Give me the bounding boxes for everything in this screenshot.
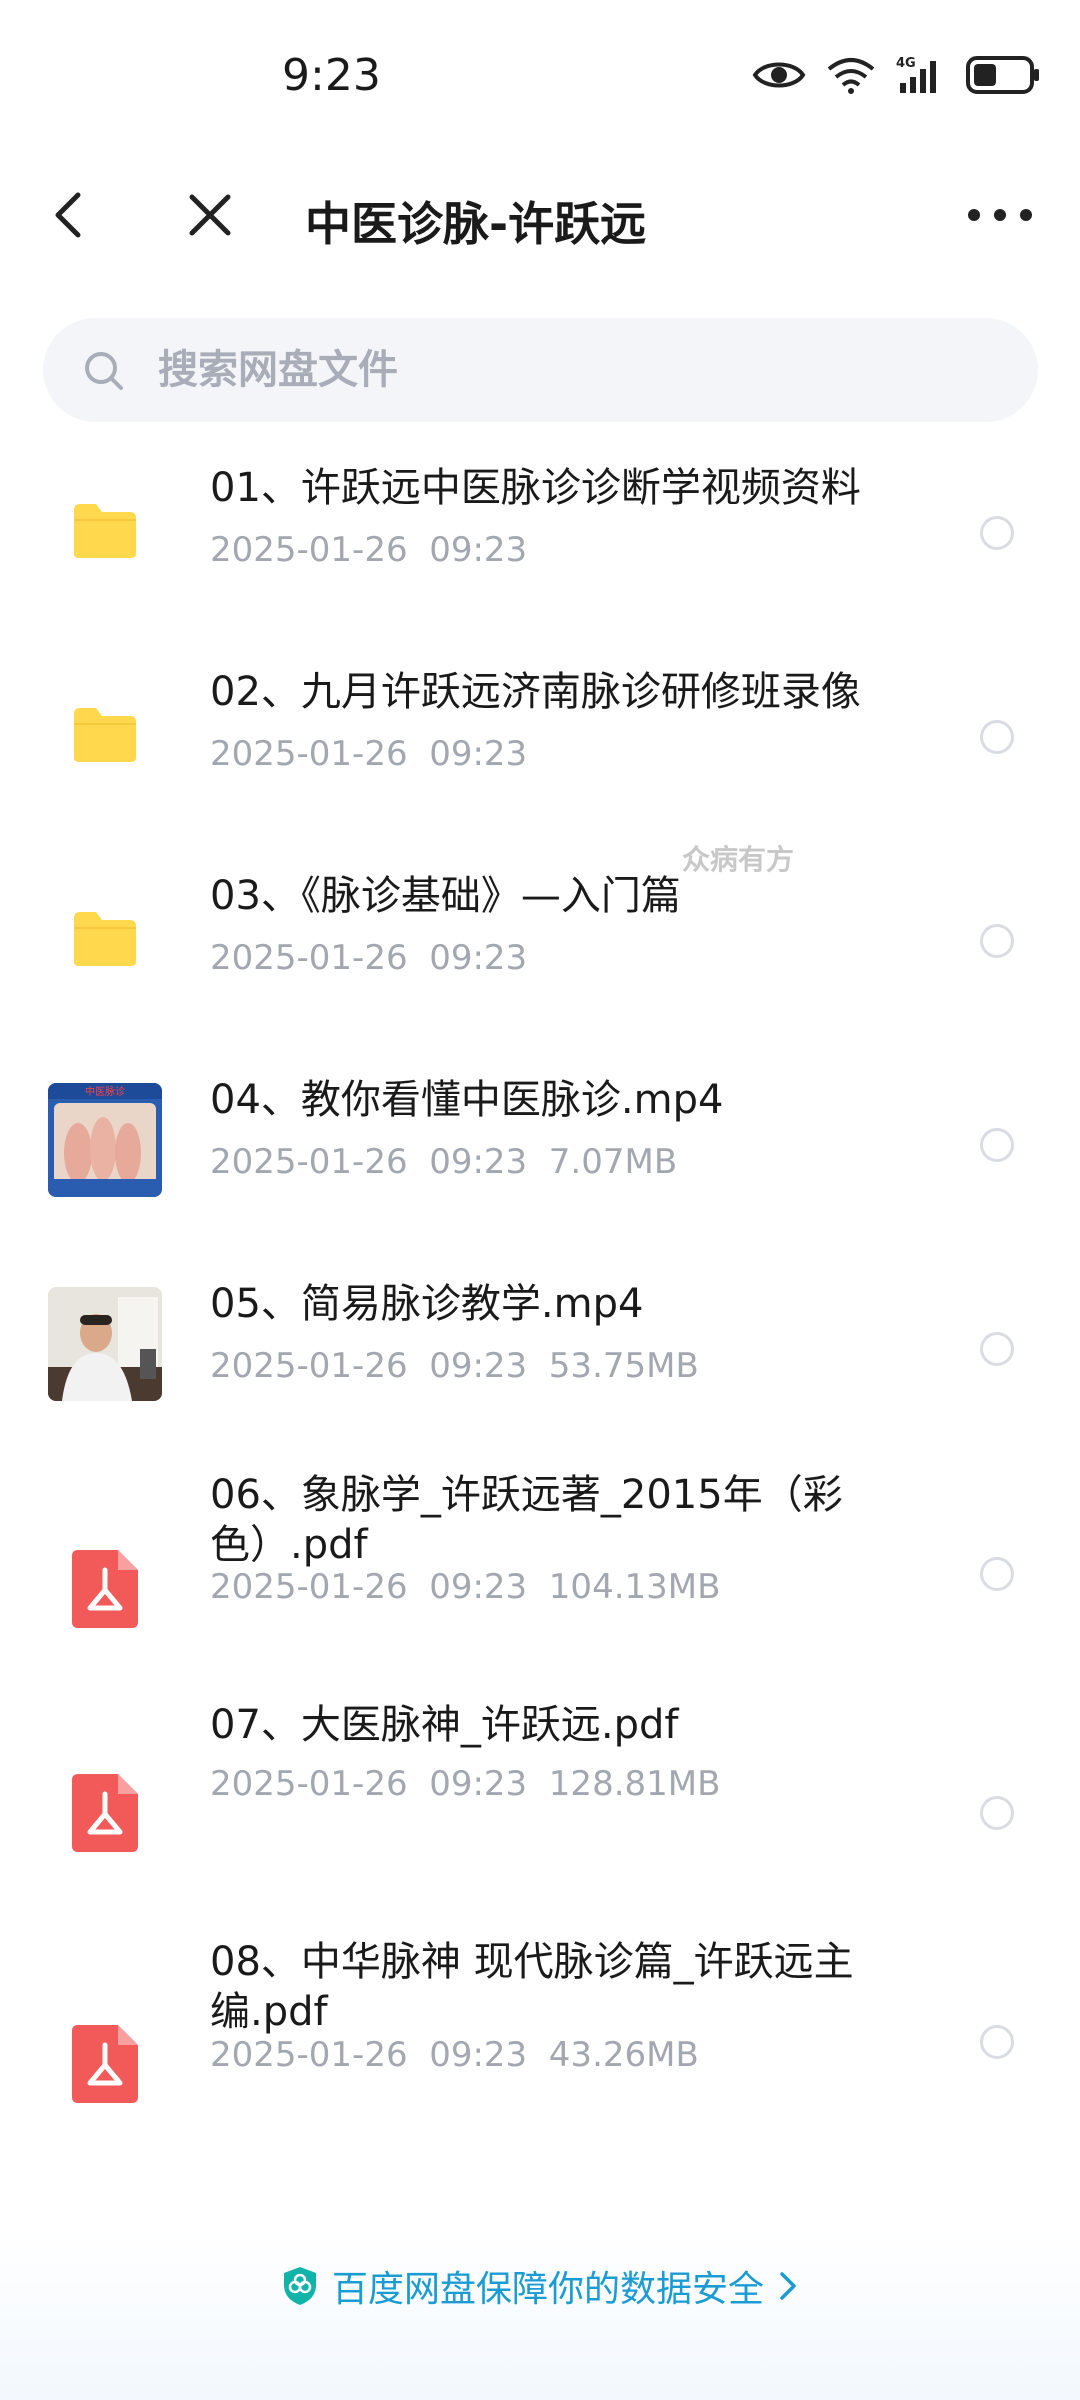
select-radio[interactable] — [980, 1128, 1014, 1162]
list-item[interactable]: 中医脉诊 04、教你看懂中医脉诊.mp4 2025-01-26 09:23 7.… — [0, 1042, 1080, 1242]
pdf-icon — [48, 2007, 162, 2121]
status-bar: 9:23 4G — [0, 0, 1080, 150]
file-meta: 2025-01-26 09:23 128.81MB — [210, 1764, 721, 1804]
video-thumbnail — [48, 1287, 162, 1401]
pdf-icon — [48, 1532, 162, 1646]
file-name: 06、象脉学_许跃远著_2015年（彩色）.pdf — [210, 1472, 843, 1568]
thumb-label: 中医脉诊 — [85, 1085, 125, 1098]
folder-icon — [48, 474, 162, 588]
security-link[interactable]: 百度网盘保障你的数据安全 — [0, 2260, 1080, 2312]
list-item[interactable]: 01、许跃远中医脉诊诊断学视频资料 2025-01-26 09:23 — [0, 430, 1080, 630]
file-name: 08、中华脉神 现代脉诊篇_许跃远主编.pdf — [210, 1939, 854, 2035]
select-radio[interactable] — [980, 1796, 1014, 1830]
file-name: 01、许跃远中医脉诊诊断学视频资料 — [210, 465, 861, 511]
list-item[interactable]: 03、《脉诊基础》—入门篇 2025-01-26 09:23 — [0, 838, 1080, 1038]
list-item[interactable]: 02、九月许跃远济南脉诊研修班录像 2025-01-26 09:23 — [0, 634, 1080, 834]
file-meta: 2025-01-26 09:23 7.07MB — [210, 1142, 678, 1182]
back-button[interactable] — [40, 185, 100, 245]
eye-icon — [752, 57, 806, 93]
battery-icon — [966, 56, 1040, 94]
back-arrow-icon — [55, 192, 81, 238]
list-item[interactable]: 05、简易脉诊教学.mp4 2025-01-26 09:23 53.75MB — [0, 1246, 1080, 1466]
chevron-right-icon — [780, 2272, 796, 2300]
file-name: 07、大医脉神_许跃远.pdf — [210, 1702, 679, 1748]
list-item[interactable]: 06、象脉学_许跃远著_2015年（彩色）.pdf 2025-01-26 09:… — [0, 1470, 1080, 1700]
file-name: 05、简易脉诊教学.mp4 — [210, 1281, 644, 1327]
pdf-icon — [48, 1756, 162, 1870]
file-meta: 2025-01-26 09:23 — [210, 734, 528, 774]
search-icon — [85, 352, 123, 390]
search-input[interactable] — [158, 318, 958, 422]
status-icons: 4G — [752, 55, 1040, 95]
search-bar[interactable] — [43, 318, 1038, 422]
select-radio[interactable] — [980, 1332, 1014, 1366]
file-meta: 2025-01-26 09:23 — [210, 938, 528, 978]
file-meta: 2025-01-26 09:23 53.75MB — [210, 1346, 699, 1386]
status-time: 9:23 — [282, 50, 381, 101]
shield-icon — [283, 2267, 316, 2305]
file-meta: 2025-01-26 09:23 43.26MB — [210, 2035, 699, 2075]
folder-icon — [48, 678, 162, 792]
file-name: 04、教你看懂中医脉诊.mp4 — [210, 1077, 724, 1123]
security-text: 百度网盘保障你的数据安全 — [331, 2269, 764, 2310]
select-radio[interactable] — [980, 720, 1014, 754]
file-name: 03、《脉诊基础》—入门篇 — [210, 873, 681, 919]
file-name: 02、九月许跃远济南脉诊研修班录像 — [210, 669, 861, 715]
select-radio[interactable] — [980, 2025, 1014, 2059]
more-button[interactable] — [960, 185, 1040, 245]
folder-icon — [48, 882, 162, 996]
page-title: 中医诊脉-许跃远 — [305, 197, 647, 251]
footer: 百度网盘保障你的数据安全 — [0, 2230, 1080, 2400]
file-meta: 2025-01-26 09:23 — [210, 530, 528, 570]
select-radio[interactable] — [980, 1557, 1014, 1591]
list-item[interactable]: 08、中华脉神 现代脉诊篇_许跃远主编.pdf 2025-01-26 09:23… — [0, 1920, 1080, 2180]
list-item[interactable]: 07、大医脉神_许跃远.pdf 2025-01-26 09:23 128.81M… — [0, 1700, 1080, 1920]
header-bar: 中医诊脉-许跃远 — [0, 160, 1080, 270]
signal-icon: 4G — [896, 55, 946, 95]
close-icon — [189, 194, 231, 236]
more-dots-icon — [968, 209, 1032, 221]
select-radio[interactable] — [980, 924, 1014, 958]
file-meta: 2025-01-26 09:23 104.13MB — [210, 1567, 721, 1607]
close-button[interactable] — [180, 185, 240, 245]
network-label: 4G — [896, 56, 916, 71]
wifi-icon — [826, 55, 876, 95]
video-thumbnail: 中医脉诊 — [48, 1083, 162, 1197]
select-radio[interactable] — [980, 516, 1014, 550]
